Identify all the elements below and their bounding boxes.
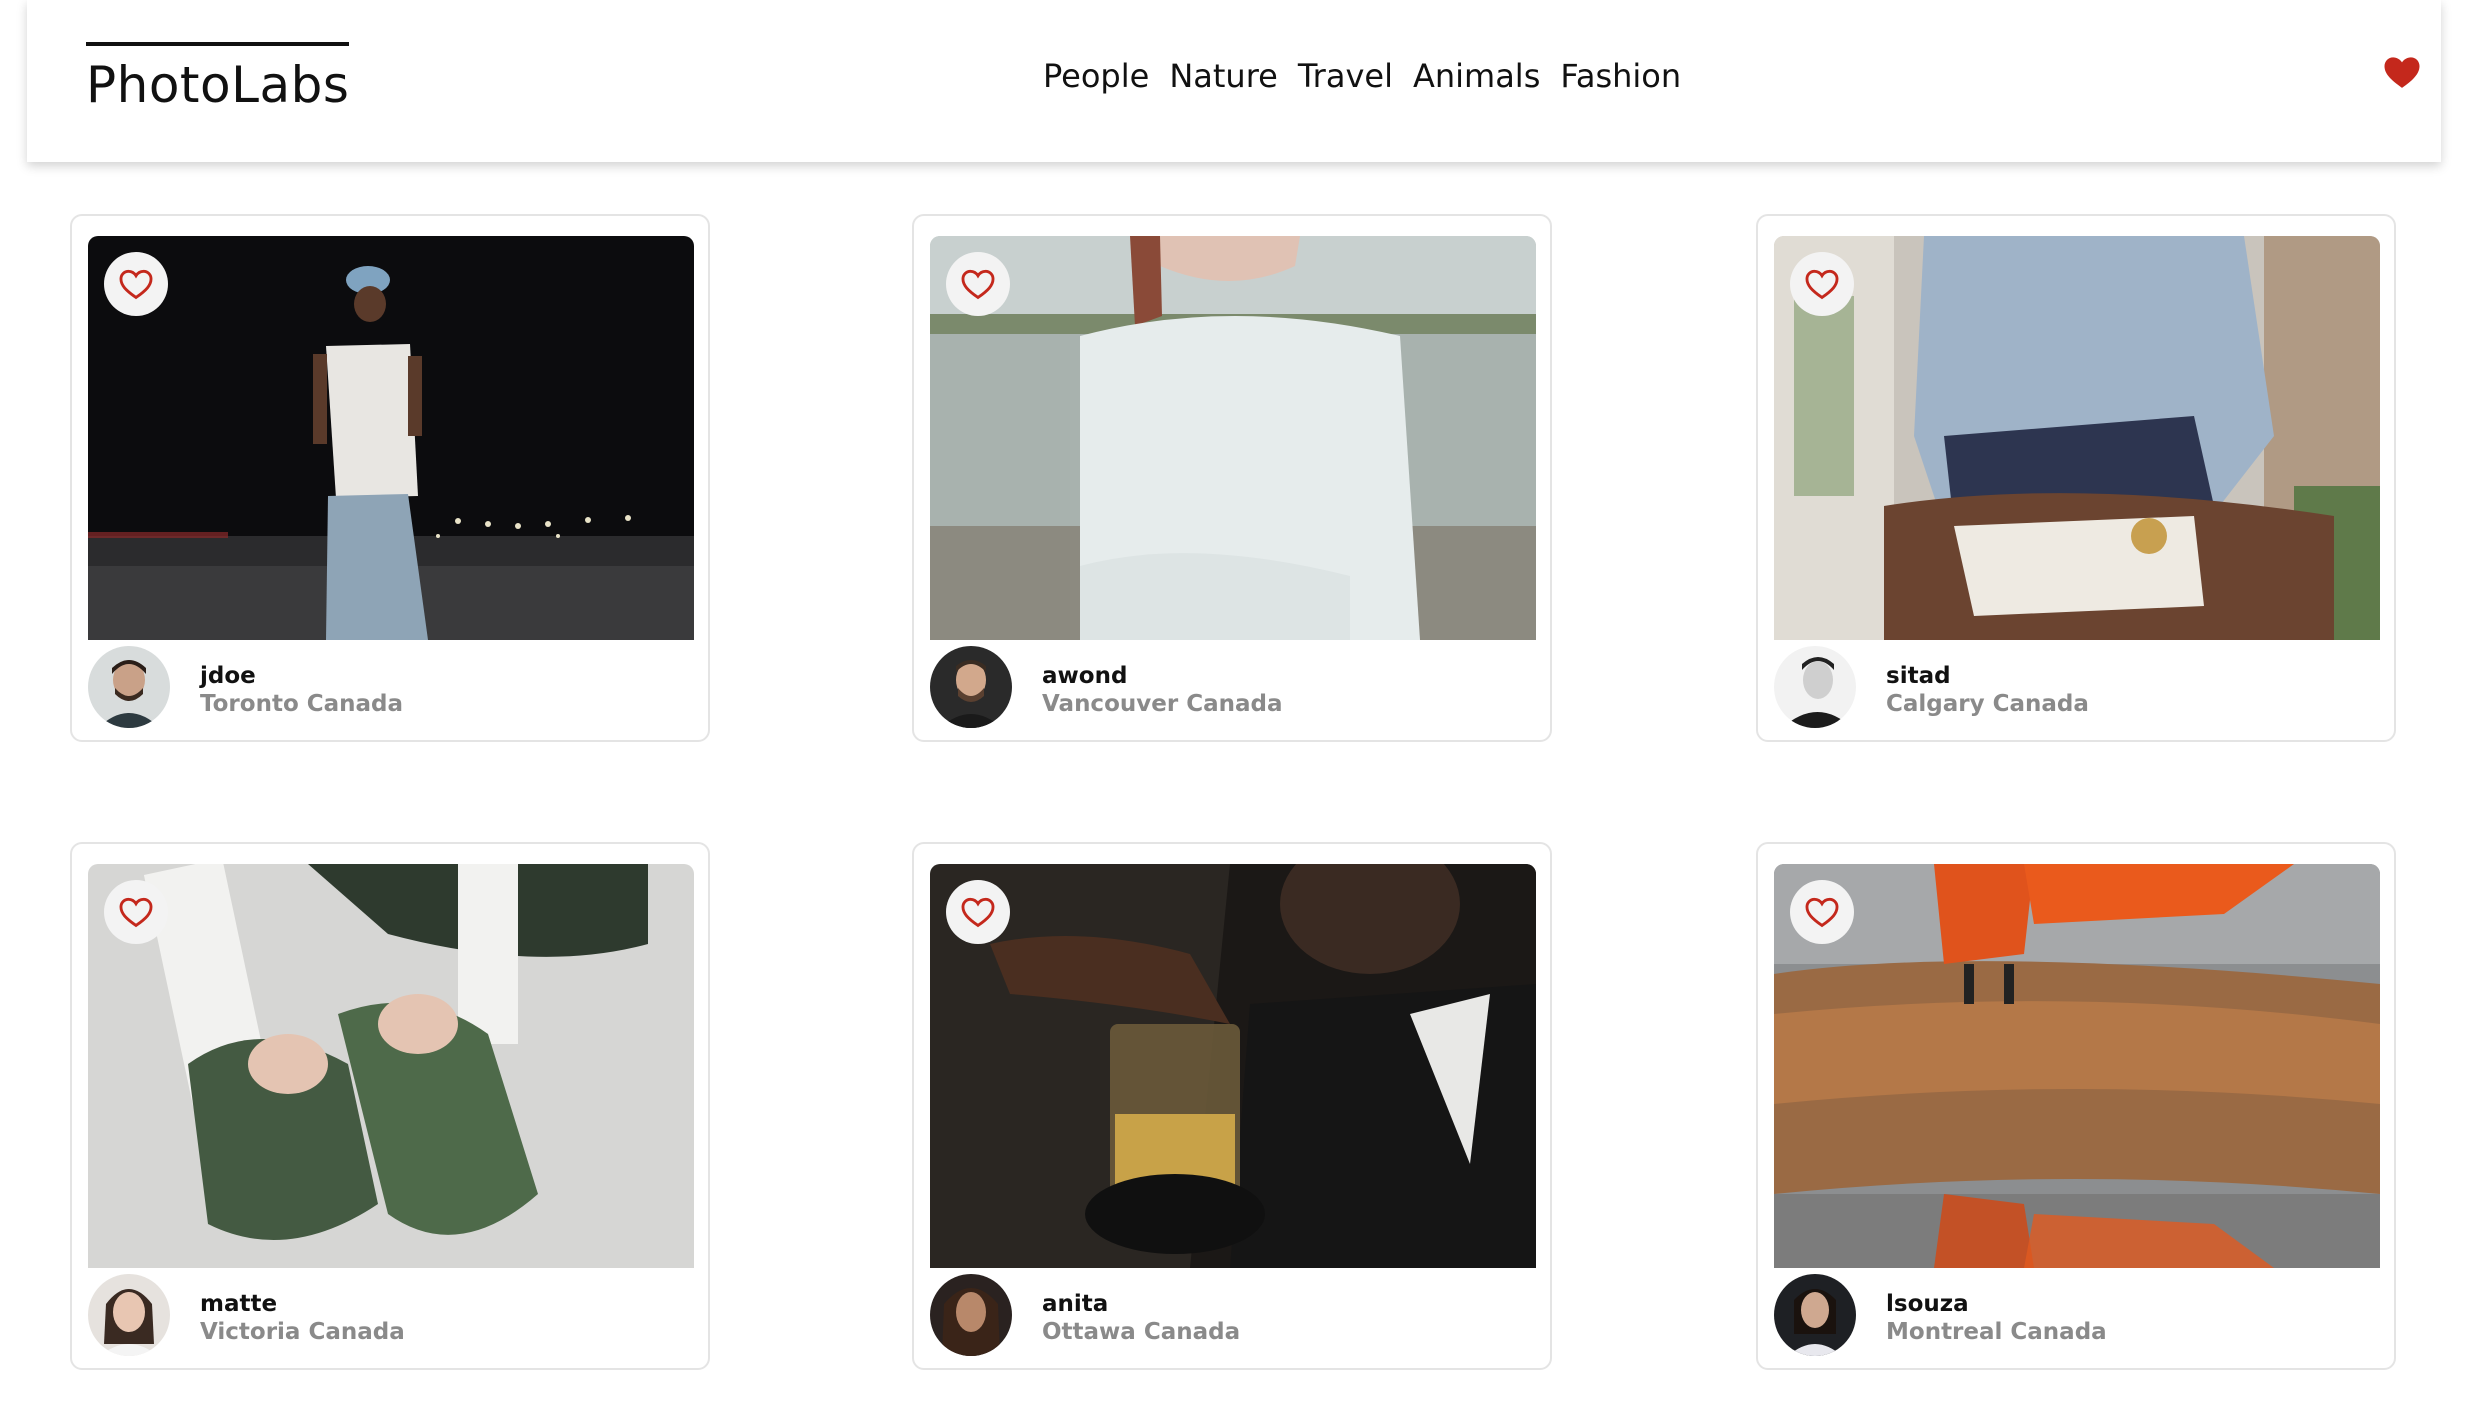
photo-username: awond — [1042, 663, 1128, 689]
favourite-button[interactable] — [1790, 880, 1854, 944]
topic-people[interactable]: People — [1043, 56, 1149, 96]
favourite-button[interactable] — [946, 880, 1010, 944]
photo-username: lsouza — [1886, 1291, 1969, 1317]
topic-travel[interactable]: Travel — [1298, 56, 1393, 96]
heart-outline-icon — [961, 269, 995, 300]
topic-animals[interactable]: Animals — [1413, 56, 1540, 96]
photo-image[interactable] — [1774, 236, 2380, 640]
photo-location: Calgary Canada — [1886, 691, 2089, 717]
topic-list: People Nature Travel Animals Fashion — [1043, 56, 1681, 96]
favourite-button[interactable] — [104, 252, 168, 316]
photo-list-item[interactable]: anita Ottawa Canada — [912, 842, 1552, 1370]
favourite-button[interactable] — [946, 252, 1010, 316]
app-logo[interactable]: PhotoLabs — [86, 42, 350, 110]
avatar — [88, 1274, 170, 1356]
photo-list-item[interactable]: jdoe Toronto Canada — [70, 214, 710, 742]
photo-image[interactable] — [88, 864, 694, 1268]
avatar — [930, 1274, 1012, 1356]
photo-location: Montreal Canada — [1886, 1319, 2107, 1345]
heart-outline-icon — [1805, 897, 1839, 928]
avatar — [1774, 646, 1856, 728]
topic-fashion[interactable]: Fashion — [1560, 56, 1681, 96]
photo-location: Victoria Canada — [200, 1319, 405, 1345]
photo-location: Vancouver Canada — [1042, 691, 1283, 717]
avatar — [1774, 1274, 1856, 1356]
avatar — [88, 646, 170, 728]
photo-username: sitad — [1886, 663, 1951, 689]
photo-list-item[interactable]: lsouza Montreal Canada — [1756, 842, 2396, 1370]
favourite-button[interactable] — [1790, 252, 1854, 316]
heart-outline-icon — [1805, 269, 1839, 300]
photo-image[interactable] — [88, 236, 694, 640]
photo-image[interactable] — [930, 236, 1536, 640]
favourites-heart-icon[interactable] — [2382, 52, 2422, 92]
photo-location: Toronto Canada — [200, 691, 404, 717]
avatar — [930, 646, 1012, 728]
photo-location: Ottawa Canada — [1042, 1319, 1241, 1345]
topic-nature[interactable]: Nature — [1169, 56, 1278, 96]
top-navigation-bar: PhotoLabs People Nature Travel Animals F… — [27, 0, 2441, 162]
heart-outline-icon — [119, 897, 153, 928]
photo-username: jdoe — [200, 663, 256, 689]
photo-list: jdoe Toronto Canada awond Vancouver Cana… — [0, 0, 2468, 1426]
photo-image[interactable] — [1774, 864, 2380, 1268]
photo-image[interactable] — [930, 864, 1536, 1268]
photo-username: matte — [200, 1291, 278, 1317]
heart-outline-icon — [961, 897, 995, 928]
favourite-button[interactable] — [104, 880, 168, 944]
photo-username: anita — [1042, 1291, 1109, 1317]
photo-list-item[interactable]: sitad Calgary Canada — [1756, 214, 2396, 742]
photo-list-item[interactable]: matte Victoria Canada — [70, 842, 710, 1370]
heart-outline-icon — [119, 269, 153, 300]
photo-list-item[interactable]: awond Vancouver Canada — [912, 214, 1552, 742]
